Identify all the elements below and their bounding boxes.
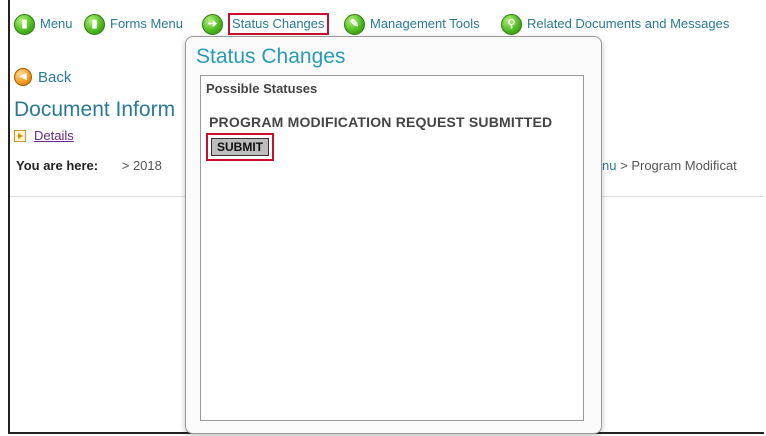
breadcrumb-trail: nu > Program Modificat	[602, 158, 737, 173]
management-tools-link-label: Management Tools	[370, 16, 480, 31]
breadcrumb: You are here: > 2018	[16, 158, 162, 173]
breadcrumb-item-program-modification[interactable]: Program Modificat	[631, 158, 736, 173]
back-arrow-icon: ◀	[14, 68, 32, 86]
breadcrumb-prefix: You are here:	[16, 158, 99, 173]
possible-statuses-label: Possible Statuses	[206, 81, 318, 96]
expand-arrow-icon[interactable]	[14, 129, 26, 142]
breadcrumb-separator: >	[620, 158, 628, 173]
green-search-icon: ⚲	[501, 13, 522, 35]
forms-menu-link[interactable]: ▮ Forms Menu	[84, 12, 183, 36]
statuses-panel: Possible Statuses PROGRAM MODIFICATION R…	[200, 75, 584, 421]
management-tools-link[interactable]: ✎ Management Tools	[344, 12, 480, 36]
status-changes-link-label: Status Changes	[228, 13, 329, 35]
status-changes-link[interactable]: ➔ Status Changes	[202, 12, 329, 36]
green-document-icon: ▮	[14, 13, 35, 35]
breadcrumb-item-menu[interactable]: nu	[602, 158, 616, 173]
dialog-title: Status Changes	[196, 45, 346, 68]
details-row: Details	[14, 128, 74, 143]
menu-link-label: Menu	[40, 16, 73, 31]
related-documents-link-label: Related Documents and Messages	[527, 16, 730, 31]
status-changes-dialog: Status Changes Possible Statuses PROGRAM…	[185, 36, 602, 434]
green-arrow-right-icon: ➔	[202, 13, 223, 35]
back-label: Back	[38, 68, 72, 86]
page-title: Document Inform	[14, 98, 176, 121]
forms-menu-link-label: Forms Menu	[110, 16, 183, 31]
breadcrumb-item-2018[interactable]: > 2018	[122, 158, 162, 173]
related-documents-link[interactable]: ⚲ Related Documents and Messages	[501, 12, 729, 36]
submit-button[interactable]: SUBMIT	[211, 138, 269, 156]
back-link[interactable]: ◀ Back	[14, 68, 71, 86]
green-wrench-icon: ✎	[344, 13, 365, 35]
top-menu-bar: ▮ Menu ▮ Forms Menu ➔ Status Changes ✎ M…	[14, 12, 764, 38]
green-document-icon: ▮	[84, 13, 105, 35]
details-link[interactable]: Details	[34, 128, 74, 143]
status-option-label: PROGRAM MODIFICATION REQUEST SUBMITTED	[209, 114, 553, 130]
submit-highlight: SUBMIT	[206, 133, 274, 161]
menu-link[interactable]: ▮ Menu	[14, 12, 73, 36]
